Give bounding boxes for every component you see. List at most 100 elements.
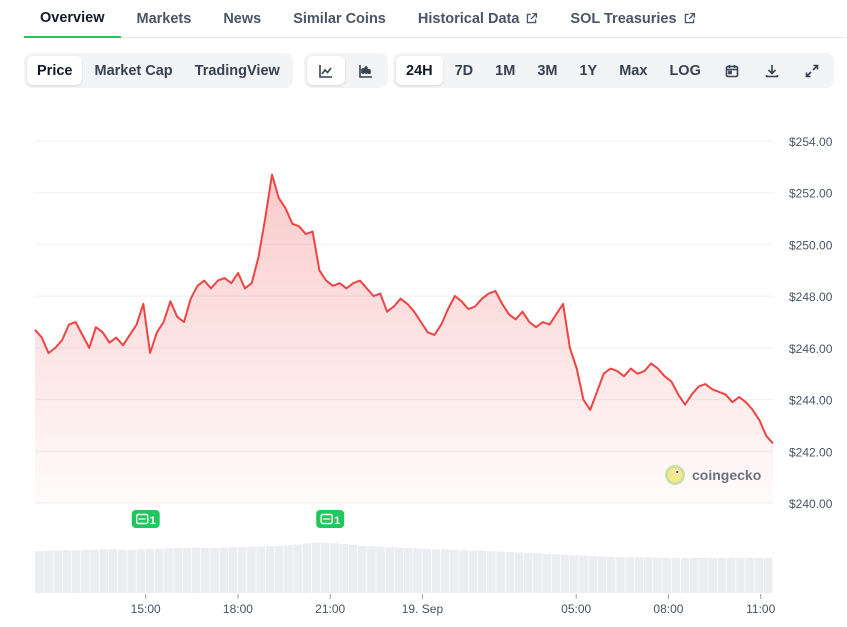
volume-bar: [533, 553, 542, 593]
price-chart[interactable]: $254.00 $252.00 $250.00 $248.00 $246.00 $244.…: [0, 100, 847, 627]
volume-bar: [247, 546, 256, 593]
tab-label: Markets: [136, 10, 192, 27]
external-link-icon: [683, 12, 696, 25]
line-chart-icon: [318, 63, 334, 79]
tab-news[interactable]: News: [207, 0, 277, 37]
download-button[interactable]: [753, 56, 791, 85]
volume-bar: [634, 557, 644, 593]
chart-view-toggle: [304, 53, 388, 88]
volume-bar: [680, 557, 690, 593]
y-axis-labels: $254.00 $252.00 $250.00 $248.00 $246.00 $244.…: [789, 135, 833, 511]
volume-bar: [108, 549, 118, 593]
tab-similar-coins[interactable]: Similar Coins: [277, 0, 402, 37]
range-7d-button[interactable]: 7D: [445, 56, 484, 85]
volume-bar: [274, 545, 284, 594]
range-max-button[interactable]: Max: [609, 56, 657, 85]
volume-bar: [35, 551, 44, 593]
volume-bar: [413, 548, 422, 593]
x-tick-label: 08:00: [653, 602, 683, 616]
volume-bar: [367, 546, 376, 593]
volume-bar: [523, 552, 533, 593]
candlestick-chart-button[interactable]: [347, 56, 385, 85]
volume-bar: [293, 544, 302, 593]
x-tick-label: 11:00: [746, 602, 775, 616]
tab-label: News: [223, 10, 262, 27]
tab-sol-treasuries[interactable]: SOL Treasuries: [554, 0, 711, 37]
volume-bar: [579, 555, 588, 593]
market-cap-button[interactable]: Market Cap: [84, 56, 182, 85]
coingecko-logo-icon: [665, 465, 685, 485]
news-marker[interactable]: 1: [131, 510, 160, 528]
volume-bar: [284, 545, 293, 593]
news-markers: 11: [131, 510, 345, 528]
volume-bar: [671, 557, 681, 593]
x-tick-label: 21:00: [315, 602, 345, 616]
volume-bar: [265, 546, 275, 593]
range-1m-button[interactable]: 1M: [485, 56, 525, 85]
calendar-icon: [724, 63, 740, 79]
volume-bar: [588, 556, 598, 593]
x-tick-label: 05:00: [561, 602, 591, 616]
watermark-text: coingecko: [692, 467, 762, 483]
volume-bar: [690, 557, 699, 593]
volume-bar: [606, 557, 616, 593]
y-tick-label: $248.00: [789, 290, 833, 304]
volume-bar: [570, 555, 579, 593]
candlestick-chart-icon: [358, 63, 374, 79]
volume-bar: [182, 548, 192, 593]
volume-bar: [348, 544, 358, 594]
volume-bar: [431, 549, 441, 593]
volume-bar: [736, 557, 745, 593]
volume-bar: [422, 548, 431, 593]
volume-bar: [136, 549, 146, 593]
volume-bar: [560, 554, 570, 594]
volume-bar: [708, 557, 717, 593]
y-tick-label: $244.00: [789, 394, 833, 408]
volume-bar: [376, 546, 385, 593]
fullscreen-button[interactable]: [793, 56, 831, 85]
main-tabs: Overview Markets News Similar Coins Historic…: [24, 0, 846, 38]
range-24h-button[interactable]: 24H: [396, 56, 443, 85]
range-1y-button[interactable]: 1Y: [569, 56, 607, 85]
volume-bar: [191, 547, 201, 594]
tab-label: Overview: [40, 10, 105, 26]
volume-bar: [90, 549, 99, 593]
download-icon: [764, 63, 780, 79]
tab-historical-data[interactable]: Historical Data: [402, 0, 555, 37]
volume-bar: [164, 548, 173, 593]
y-tick-label: $240.00: [789, 497, 833, 511]
tab-label: Similar Coins: [293, 10, 386, 27]
calendar-button[interactable]: [713, 56, 751, 85]
volume-bar: [127, 549, 136, 593]
tradingview-button[interactable]: TradingView: [185, 56, 290, 85]
volume-bar: [496, 551, 505, 593]
volume-bar: [145, 548, 155, 593]
tab-markets[interactable]: Markets: [121, 0, 208, 37]
volume-bar: [717, 557, 727, 593]
line-chart-button[interactable]: [307, 56, 345, 85]
price-button[interactable]: Price: [27, 56, 83, 85]
volume-bar: [662, 557, 671, 593]
volume-bar: [745, 557, 754, 593]
volume-bar: [81, 549, 90, 593]
y-tick-label: $246.00: [789, 342, 833, 356]
y-tick-label: $252.00: [789, 187, 833, 201]
volume-bar: [468, 550, 478, 593]
volume-bar: [643, 557, 653, 593]
volume-bar: [514, 552, 524, 593]
volume-bar: [625, 557, 634, 593]
volume-bar: [99, 549, 109, 593]
volume-bar: [385, 547, 395, 593]
range-log-button[interactable]: LOG: [659, 56, 710, 85]
coingecko-watermark: coingecko: [664, 464, 761, 486]
volume-bar: [699, 557, 708, 593]
range-3m-button[interactable]: 3M: [527, 56, 567, 85]
news-marker-count: 1: [334, 515, 340, 527]
volume-bar: [154, 548, 164, 593]
volume-bar: [754, 557, 764, 593]
y-tick-label: $250.00: [789, 238, 833, 252]
volume-bar: [237, 547, 247, 593]
tab-overview[interactable]: Overview: [24, 0, 121, 38]
news-marker[interactable]: 1: [316, 510, 345, 528]
range-toggle: 24H 7D 1M 3M 1Y Max LOG: [393, 53, 834, 88]
